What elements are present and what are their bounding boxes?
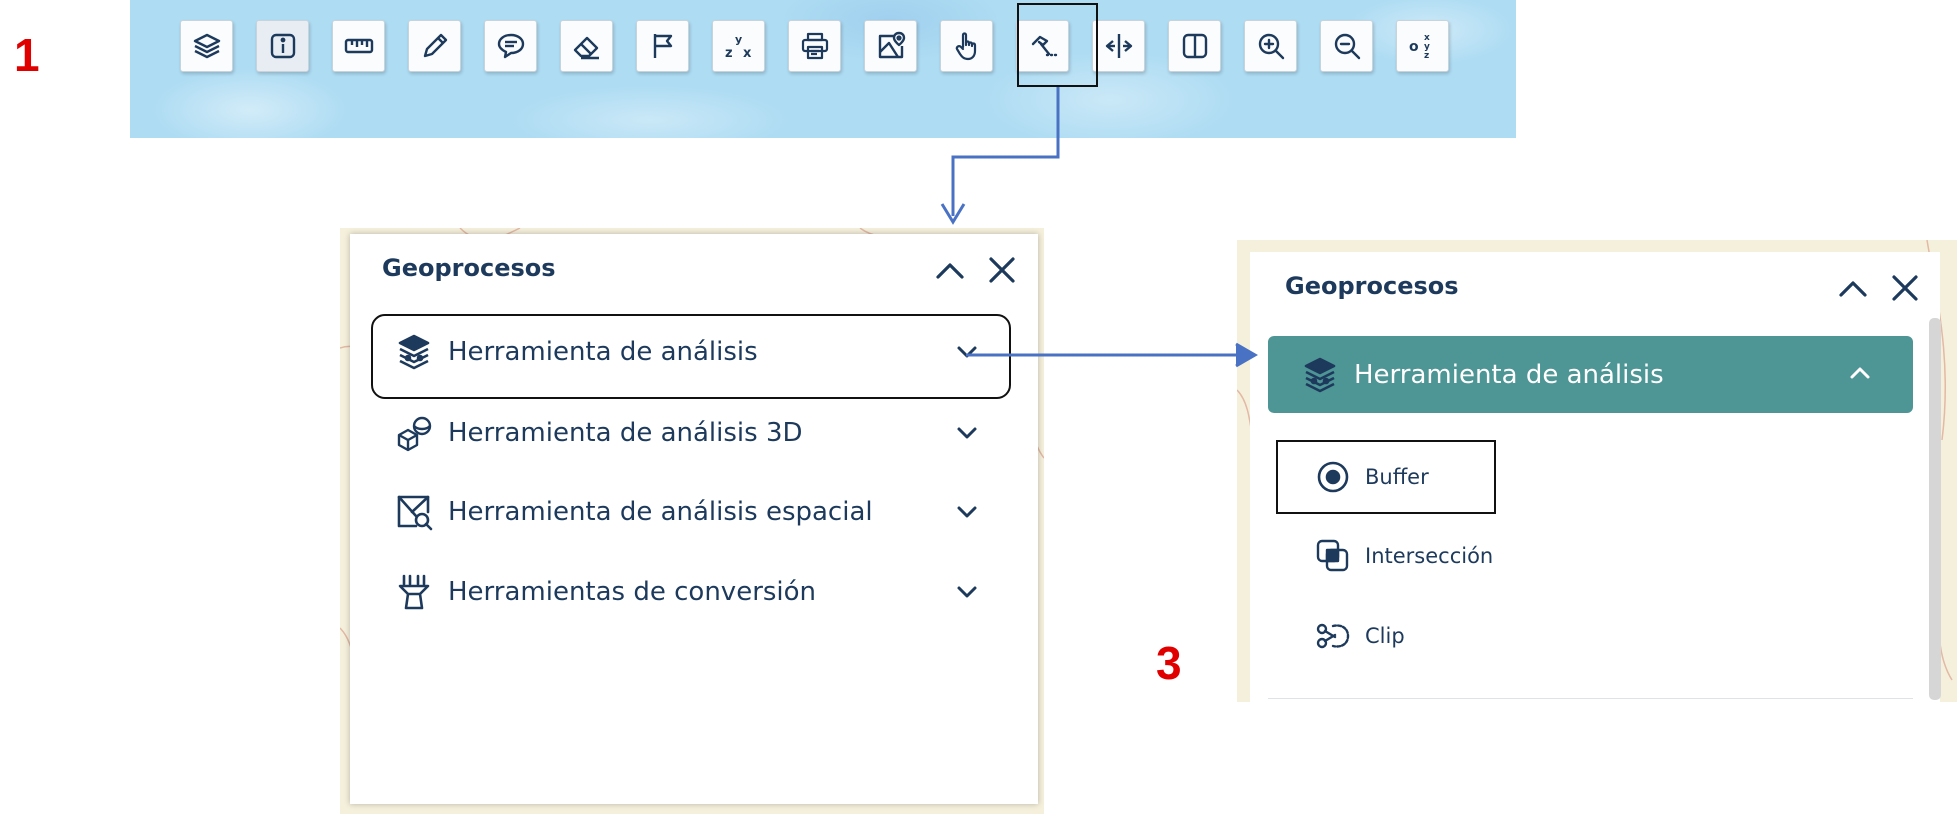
- info-icon: [270, 33, 295, 59]
- sub-item-label: Clip: [1365, 624, 1405, 648]
- tool-flag-button[interactable]: [636, 20, 689, 72]
- clip-scissors-icon: [1315, 618, 1351, 654]
- accordion-item-label: Herramienta de análisis: [1354, 359, 1664, 390]
- close-panel-button[interactable]: [985, 253, 1019, 287]
- arrow-toolbar-to-panel-head: [940, 203, 966, 225]
- analysis-stack-icon: [1300, 355, 1340, 395]
- close-icon: [989, 257, 1015, 283]
- collapse-panel-button[interactable]: [933, 253, 967, 287]
- xyz-search-o-label: o: [1409, 39, 1419, 55]
- tool-swipe-button[interactable]: [1092, 20, 1145, 72]
- hand-pointer-icon: [955, 32, 976, 61]
- step-number-1: 1: [14, 29, 40, 81]
- panel-title: Geoprocesos: [382, 254, 556, 282]
- expand-analysis-3d-button[interactable]: [953, 419, 981, 447]
- swipe-icon: [1105, 34, 1132, 58]
- accordion-item-conversion[interactable]: Herramientas de conversión: [394, 566, 816, 618]
- highlight-analysis-row: [371, 314, 1011, 399]
- expand-conversion-button[interactable]: [953, 578, 981, 606]
- chevron-up-icon: [1850, 367, 1870, 379]
- panel-title: Geoprocesos: [1285, 272, 1459, 300]
- collapse-panel-button[interactable]: [1836, 271, 1870, 305]
- panel-divider: [1268, 698, 1913, 699]
- close-panel-button[interactable]: [1888, 271, 1922, 305]
- xyz-z-label: z: [725, 46, 733, 61]
- tool-zoom-in-button[interactable]: [1244, 20, 1297, 72]
- accordion-item-spatial-analysis[interactable]: Herramienta de análisis espacial: [394, 486, 873, 538]
- flag-icon: [653, 34, 672, 58]
- ruler-icon: [344, 38, 373, 54]
- tool-draw-button[interactable]: [408, 20, 461, 72]
- xyz-search-icon: o x y z: [1409, 33, 1430, 61]
- zoom-in-icon: [1258, 33, 1284, 60]
- analysis-3d-icon: [394, 413, 434, 453]
- layers-icon: [193, 33, 220, 59]
- xyz-search-z-label: z: [1424, 51, 1429, 61]
- tool-erase-button[interactable]: [560, 20, 613, 72]
- split-view-icon: [1182, 33, 1207, 59]
- tool-zoom-out-button[interactable]: [1320, 20, 1373, 72]
- zoom-out-icon: [1334, 33, 1360, 60]
- tool-layers-button[interactable]: [180, 20, 233, 72]
- xyz-x-label: x: [743, 46, 752, 61]
- tool-info-button[interactable]: [256, 20, 309, 72]
- tool-comment-button[interactable]: [484, 20, 537, 72]
- panel-scrollbar[interactable]: [1929, 318, 1941, 700]
- spatial-analysis-icon: [394, 492, 434, 532]
- eraser-icon: [573, 36, 599, 60]
- chevron-up-icon: [936, 263, 964, 279]
- map-location-icon: [878, 31, 905, 59]
- comment-icon: [497, 33, 524, 59]
- accordion-item-label: Herramienta de análisis 3D: [448, 418, 803, 448]
- tool-xyz-search-button[interactable]: o x y z: [1396, 20, 1449, 72]
- xyz-coordinates-icon: z y x: [725, 33, 752, 61]
- sub-item-intersection[interactable]: Intersección: [1315, 534, 1493, 578]
- highlight-buffer-item: [1276, 440, 1496, 514]
- chevron-down-icon: [957, 506, 977, 518]
- highlight-geoprocess-tool: [1017, 3, 1098, 87]
- collapse-analysis-button[interactable]: [1846, 359, 1874, 387]
- conversion-icon: [394, 572, 434, 612]
- sub-item-clip[interactable]: Clip: [1315, 614, 1405, 658]
- intersection-icon: [1315, 538, 1351, 574]
- close-icon: [1892, 275, 1918, 301]
- accordion-item-label: Herramienta de análisis espacial: [448, 497, 873, 527]
- pencil-icon: [423, 33, 447, 58]
- toolbar-map-background: z y x o x y z: [130, 0, 1516, 138]
- step-number-3: 3: [1156, 637, 1182, 689]
- sub-item-label: Intersección: [1365, 544, 1494, 568]
- chevron-up-icon: [1839, 281, 1867, 297]
- print-icon: [801, 32, 828, 60]
- tool-coordinates-button[interactable]: z y x: [712, 20, 765, 72]
- tool-split-view-button[interactable]: [1168, 20, 1221, 72]
- tool-print-button[interactable]: [788, 20, 841, 72]
- chevron-down-icon: [957, 586, 977, 598]
- accordion-item-analysis-expanded[interactable]: Herramienta de análisis: [1268, 336, 1913, 413]
- tool-pan-button[interactable]: [940, 20, 993, 72]
- expand-spatial-analysis-button[interactable]: [953, 498, 981, 526]
- chevron-down-icon: [957, 427, 977, 439]
- tool-measure-button[interactable]: [332, 20, 385, 72]
- accordion-item-analysis-3d[interactable]: Herramienta de análisis 3D: [394, 407, 803, 459]
- tool-map-location-button[interactable]: [864, 20, 917, 72]
- accordion-item-label: Herramientas de conversión: [448, 577, 817, 607]
- xyz-y-label: y: [735, 33, 742, 46]
